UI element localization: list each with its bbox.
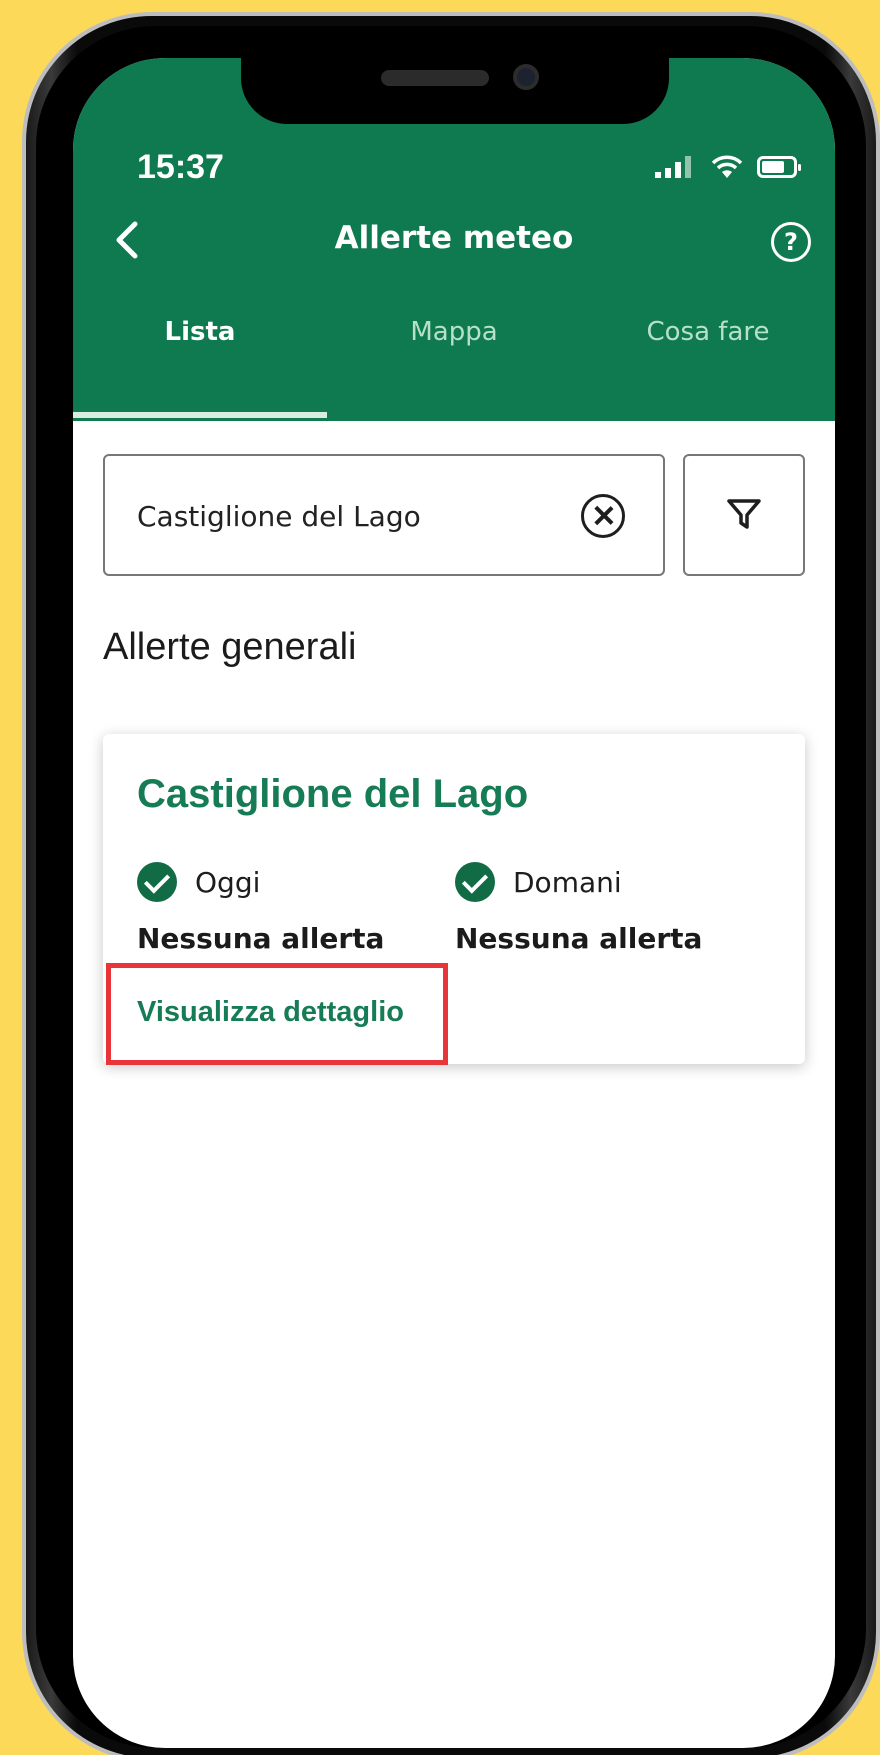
day-label-tomorrow: Domani bbox=[513, 865, 622, 899]
tab-cosa-fare[interactable]: Cosa fare bbox=[581, 308, 835, 380]
tab-bar: Lista Mappa Cosa fare bbox=[73, 308, 835, 380]
wifi-icon bbox=[711, 155, 743, 178]
filter-button[interactable] bbox=[683, 454, 805, 576]
card-title: Castiglione del Lago bbox=[137, 772, 529, 816]
app-header: 15:37 Allerte meteo ? Lista Mappa Cosa f… bbox=[73, 58, 835, 421]
tab-indicator bbox=[73, 412, 327, 418]
battery-icon bbox=[757, 156, 801, 178]
day-tomorrow: Domani bbox=[455, 862, 622, 902]
signal-icon bbox=[655, 156, 691, 178]
check-icon bbox=[455, 862, 495, 902]
check-icon bbox=[137, 862, 177, 902]
filter-icon bbox=[727, 499, 761, 529]
tab-lista[interactable]: Lista bbox=[73, 308, 327, 380]
tab-mappa[interactable]: Mappa bbox=[327, 308, 581, 380]
search-value: Castiglione del Lago bbox=[137, 500, 421, 533]
status-today: Nessuna allerta bbox=[137, 922, 385, 955]
status-icons bbox=[653, 152, 801, 182]
clear-icon[interactable] bbox=[581, 494, 625, 538]
speaker-grille bbox=[381, 70, 489, 86]
status-time: 15:37 bbox=[137, 148, 224, 186]
phone-notch bbox=[241, 58, 669, 124]
search-input[interactable]: Castiglione del Lago bbox=[103, 454, 665, 576]
app-screen: 15:37 Allerte meteo ? Lista Mappa Cosa f… bbox=[73, 58, 835, 1748]
help-icon[interactable]: ? bbox=[771, 222, 811, 262]
front-camera bbox=[513, 64, 539, 90]
section-title: Allerte generali bbox=[103, 626, 357, 668]
status-tomorrow: Nessuna allerta bbox=[455, 922, 703, 955]
day-today: Oggi bbox=[137, 862, 260, 902]
highlight-box bbox=[106, 963, 448, 1065]
page-title: Allerte meteo bbox=[334, 220, 574, 256]
day-label-today: Oggi bbox=[195, 865, 261, 899]
